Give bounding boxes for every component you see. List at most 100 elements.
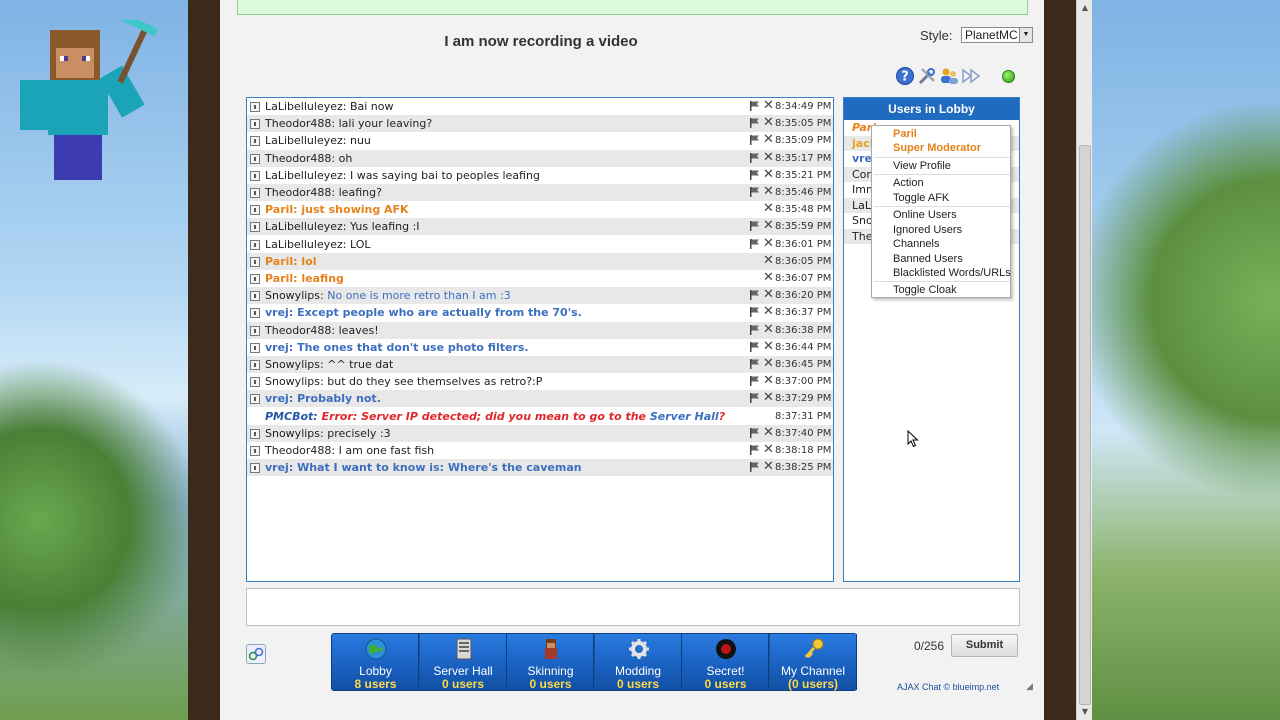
- delete-icon[interactable]: ✕: [763, 167, 774, 182]
- message-author[interactable]: Paril: just showing AFK: [265, 201, 409, 218]
- delete-icon[interactable]: ✕: [763, 150, 774, 165]
- channel-tab-server-hall[interactable]: Server Hall 0 users: [419, 634, 507, 691]
- fast-forward-icon[interactable]: [961, 66, 981, 86]
- message-author[interactable]: Paril: lol: [265, 253, 317, 270]
- user-info-icon[interactable]: [250, 102, 260, 112]
- delete-icon[interactable]: ✕: [763, 443, 774, 457]
- delete-icon[interactable]: ✕: [763, 133, 774, 147]
- message-author[interactable]: LaLibelluleyez: Bai now: [265, 98, 394, 115]
- message-author[interactable]: vrej: What I want to know is: Where's th…: [265, 459, 582, 476]
- message-input[interactable]: [246, 588, 1020, 626]
- flag-icon[interactable]: [749, 221, 760, 232]
- flag-icon[interactable]: [749, 359, 760, 369]
- menu-item-toggle-cloak[interactable]: Toggle Cloak: [893, 284, 957, 296]
- menu-item-channels[interactable]: Channels: [893, 238, 939, 250]
- delete-icon[interactable]: ✕: [763, 391, 774, 405]
- menu-item-blacklisted-words-urls[interactable]: Blacklisted Words/URLs: [893, 267, 1011, 279]
- user-info-icon[interactable]: [250, 256, 260, 267]
- flag-icon[interactable]: [749, 427, 760, 438]
- delete-icon[interactable]: ✕: [763, 425, 774, 440]
- message-author[interactable]: Theodor488: lali your leaving?: [265, 115, 432, 132]
- message-author[interactable]: LaLibelluleyez: Yus leafing :I: [265, 218, 420, 235]
- user-info-icon[interactable]: [250, 119, 260, 130]
- user-info-icon[interactable]: [250, 291, 260, 302]
- user-info-icon[interactable]: [250, 153, 260, 164]
- server-hall-link[interactable]: Server Hall: [650, 410, 719, 423]
- message-author[interactable]: LaLibelluleyez: nuu: [265, 132, 371, 149]
- menu-item-ignored-users[interactable]: Ignored Users: [893, 224, 962, 236]
- user-info-icon[interactable]: [250, 446, 260, 456]
- flag-icon[interactable]: [749, 135, 760, 146]
- user-info-icon[interactable]: [250, 377, 260, 388]
- delete-icon[interactable]: ✕: [763, 460, 774, 474]
- delete-icon[interactable]: ✕: [763, 185, 774, 199]
- channel-tab-secret[interactable]: Secret! 0 users: [682, 634, 769, 691]
- channel-tab-skinning[interactable]: Skinning 0 users: [507, 634, 594, 691]
- emoticon-button[interactable]: [246, 644, 266, 664]
- menu-item-view-profile[interactable]: View Profile: [893, 160, 951, 172]
- flag-icon[interactable]: [749, 376, 760, 387]
- delete-icon[interactable]: ✕: [763, 357, 774, 371]
- message-author[interactable]: Snowylips: No one is more retro than I a…: [265, 287, 511, 304]
- delete-icon[interactable]: ✕: [763, 322, 774, 337]
- user-info-icon[interactable]: [250, 463, 260, 474]
- message-author[interactable]: PMCBot: Error: Server IP detected; did y…: [265, 408, 725, 425]
- user-info-icon[interactable]: [250, 222, 260, 233]
- user-info-icon[interactable]: [250, 325, 260, 336]
- channel-tab-lobby[interactable]: Lobby 8 users: [332, 634, 419, 691]
- scrollbar-thumb[interactable]: [1079, 145, 1091, 705]
- user-info-icon[interactable]: [250, 274, 260, 284]
- message-author[interactable]: Theodor488: leaves!: [265, 322, 379, 339]
- flag-icon[interactable]: [749, 101, 760, 111]
- delete-icon[interactable]: ✕: [763, 305, 774, 319]
- user-info-icon[interactable]: [250, 136, 260, 147]
- message-author[interactable]: vrej: Probably not.: [265, 390, 381, 407]
- users-icon[interactable]: [939, 66, 959, 86]
- user-info-icon[interactable]: [250, 239, 260, 250]
- page-scrollbar[interactable]: ▲ ▼: [1076, 0, 1092, 720]
- chat-log[interactable]: LaLibelluleyez: Bai now ✕ 8:34:49 PM Theodo…: [246, 97, 834, 582]
- flag-icon[interactable]: [749, 118, 760, 129]
- online-status-icon[interactable]: [1002, 70, 1015, 83]
- flag-icon[interactable]: [749, 169, 760, 180]
- flag-icon[interactable]: [749, 341, 760, 352]
- menu-item-toggle-afk[interactable]: Toggle AFK: [893, 192, 949, 204]
- delete-icon[interactable]: ✕: [763, 288, 774, 302]
- flag-icon[interactable]: [749, 393, 760, 404]
- credit-link[interactable]: AJAX Chat © blueimp.net: [897, 682, 999, 692]
- user-info-icon[interactable]: [250, 342, 260, 353]
- flag-icon[interactable]: [749, 187, 760, 197]
- help-icon[interactable]: ?: [895, 66, 915, 86]
- message-author[interactable]: Snowylips: precisely :3: [265, 425, 391, 442]
- delete-icon[interactable]: ✕: [763, 219, 774, 233]
- message-author[interactable]: Paril: leafing: [265, 270, 344, 287]
- message-author[interactable]: Theodor488: oh: [265, 150, 352, 167]
- message-author[interactable]: Snowylips: but do they see themselves as…: [265, 373, 542, 390]
- delete-icon[interactable]: ✕: [763, 253, 774, 268]
- message-author[interactable]: vrej: Except people who are actually fro…: [265, 304, 582, 321]
- flag-icon[interactable]: [749, 324, 760, 335]
- settings-icon[interactable]: [917, 66, 937, 86]
- user-info-icon[interactable]: [250, 428, 260, 439]
- submit-button[interactable]: Submit: [951, 634, 1018, 657]
- delete-icon[interactable]: ✕: [763, 99, 774, 113]
- delete-icon[interactable]: ✕: [763, 374, 774, 388]
- user-info-icon[interactable]: [250, 394, 260, 405]
- flag-icon[interactable]: [749, 290, 760, 301]
- user-info-icon[interactable]: [250, 188, 260, 198]
- style-select[interactable]: PlanetMC ▼: [961, 27, 1033, 43]
- user-info-icon[interactable]: [250, 308, 260, 319]
- flag-icon[interactable]: [749, 445, 760, 455]
- flag-icon[interactable]: [749, 152, 760, 163]
- delete-icon[interactable]: ✕: [763, 236, 774, 251]
- user-info-icon[interactable]: [250, 170, 260, 181]
- flag-icon[interactable]: [749, 307, 760, 318]
- flag-icon[interactable]: [749, 462, 760, 473]
- delete-icon[interactable]: ✕: [763, 271, 774, 285]
- message-author[interactable]: vrej: The ones that don't use photo filt…: [265, 339, 529, 356]
- scroll-up-icon[interactable]: ▲: [1077, 0, 1093, 16]
- message-author[interactable]: Theodor488: I am one fast fish: [265, 442, 434, 459]
- flag-icon[interactable]: [749, 238, 760, 249]
- delete-icon[interactable]: ✕: [763, 202, 774, 216]
- resize-grip-icon[interactable]: ◢: [1026, 682, 1033, 692]
